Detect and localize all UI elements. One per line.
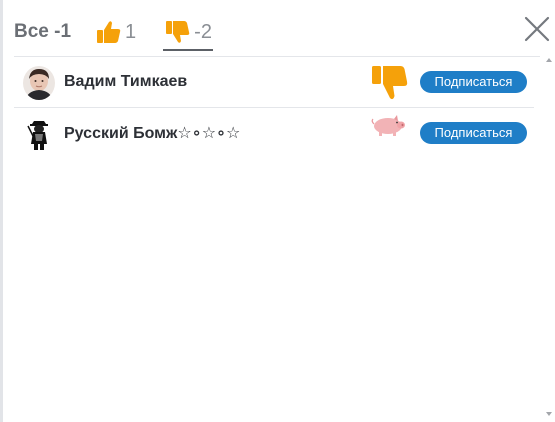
thumbs-up-icon — [97, 21, 121, 43]
list-item: Русский Бомж☆∘☆∘☆ Подписаться — [14, 108, 540, 158]
thumbs-down-icon — [372, 66, 408, 100]
avatar[interactable] — [23, 116, 55, 150]
header-divider — [14, 56, 540, 57]
panel-left-edge — [0, 0, 3, 422]
user-name[interactable]: Русский Бомж☆∘☆∘☆ — [64, 123, 240, 143]
user-name[interactable]: Вадим Тимкаев — [64, 73, 187, 91]
reaction-tabs: Все -1 1 -2 — [14, 14, 213, 51]
thumbs-down-icon — [166, 21, 190, 43]
list-item: Вадим Тимкаев Подписаться — [14, 58, 540, 108]
dislikes-count: -2 — [194, 20, 212, 43]
scroll-down-icon[interactable] — [545, 410, 553, 418]
tab-likes[interactable]: 1 — [95, 15, 136, 49]
tab-all[interactable]: Все -1 — [14, 21, 71, 43]
tab-dislikes[interactable]: -2 — [163, 15, 213, 51]
scrollbar[interactable] — [545, 54, 553, 420]
avatar[interactable] — [23, 66, 55, 100]
likes-count: 1 — [125, 20, 137, 43]
close-icon[interactable] — [522, 14, 552, 44]
reactions-panel: Все -1 1 -2 Вадим Тимкаев Подписаться Ру… — [0, 0, 555, 422]
pig-icon — [371, 115, 405, 136]
scroll-up-icon[interactable] — [545, 56, 553, 64]
subscribe-button[interactable]: Подписаться — [420, 122, 527, 144]
subscribe-button[interactable]: Подписаться — [420, 71, 527, 93]
